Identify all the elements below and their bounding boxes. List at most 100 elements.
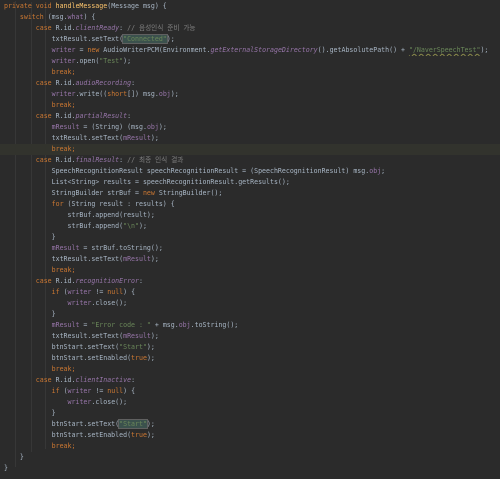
code-token: break; — [51, 101, 76, 109]
code-token: = strBuf.toString(); — [79, 244, 163, 252]
code-line[interactable]: if (writer != null) { — [0, 287, 500, 298]
code-line[interactable]: writer.close(); — [0, 397, 500, 408]
code-token: mResult — [123, 134, 151, 142]
code-line[interactable]: StringBuilder strBuf = new StringBuilder… — [0, 188, 500, 199]
code-line[interactable]: SpeechRecognitionResult speechRecognitio… — [0, 166, 500, 177]
code-line[interactable]: if (writer != null) { — [0, 386, 500, 397]
code-token: ); — [158, 123, 167, 131]
code-line[interactable]: List<String> results = speechRecognition… — [0, 177, 500, 188]
code-token: break; — [51, 442, 76, 450]
code-editor[interactable]: private void handleMessage(Message msg) … — [0, 0, 500, 479]
code-line[interactable]: strBuf.append("\n"); — [0, 221, 500, 232]
code-line[interactable]: case R.id.clientReady: // 음성인식 준비 가능 — [0, 23, 500, 34]
code-line[interactable]: txtResult.setText(mResult); — [0, 254, 500, 265]
code-token: mResult — [51, 321, 80, 329]
code-token: (msg. — [47, 13, 68, 21]
code-token: mResult — [51, 244, 80, 252]
code-token: SpeechRecognitionResult speechRecognitio… — [4, 167, 370, 175]
code-token: ); — [480, 46, 489, 54]
code-token: break; — [51, 266, 76, 274]
code-token: List<String> results = speechRecognition… — [4, 178, 290, 186]
code-token: case — [35, 156, 56, 164]
code-line[interactable]: mResult = (String) (msg.obj); — [0, 122, 500, 133]
code-token: "Start" — [118, 419, 148, 429]
code-line[interactable]: mResult = "Error code : " + msg.obj.toSt… — [0, 320, 500, 331]
code-token: obj — [158, 90, 171, 98]
code-line[interactable]: } — [0, 463, 500, 474]
code-line[interactable]: case R.id.audioRecording: — [0, 78, 500, 89]
code-line[interactable]: txtResult.setText(mResult); — [0, 133, 500, 144]
code-token: getExternalStorageDirectory — [210, 46, 318, 54]
code-line[interactable]: case R.id.recognitionError: — [0, 276, 500, 287]
code-line[interactable]: btnStart.setEnabled(true); — [0, 430, 500, 441]
code-line[interactable]: btnStart.setText("Start"); — [0, 419, 500, 430]
code-token: AudioWriterPCM(Environment. — [103, 46, 211, 54]
code-line[interactable]: for (String result : results) { — [0, 199, 500, 210]
code-token: "Start" — [119, 343, 147, 351]
code-token: ); — [170, 90, 179, 98]
code-line[interactable]: break; — [0, 144, 500, 155]
code-token: ().getAbsolutePath() + — [317, 46, 409, 54]
code-line[interactable]: txtResult.setText("Connected"); — [0, 34, 500, 45]
code-token: "Error code : " — [91, 321, 151, 329]
code-line[interactable]: break; — [0, 100, 500, 111]
code-token: : — [131, 376, 136, 384]
code-token: StringBuilder(); — [158, 189, 223, 197]
code-token: StringBuilder strBuf = — [4, 189, 143, 197]
code-token: .open( — [75, 57, 100, 65]
code-token: writer — [67, 299, 92, 307]
code-token: != — [91, 288, 108, 296]
code-line[interactable]: case R.id.clientInactive: — [0, 375, 500, 386]
code-token: R.id. — [55, 156, 76, 164]
code-token: writer — [51, 57, 76, 65]
code-line[interactable]: btnStart.setEnabled(true); — [0, 353, 500, 364]
code-line[interactable]: } — [0, 232, 500, 243]
code-line[interactable]: writer.open("Test"); — [0, 56, 500, 67]
code-line[interactable]: case R.id.partialResult: — [0, 111, 500, 122]
code-token: + msg. — [150, 321, 179, 329]
code-token: (String result : results) { — [67, 200, 175, 208]
code-token: break; — [51, 365, 76, 373]
code-token: btnStart.setText( — [4, 343, 120, 351]
code-token: ); — [146, 431, 155, 439]
code-line[interactable]: break; — [0, 364, 500, 375]
code-token: btnStart.setEnabled( — [4, 354, 132, 362]
code-line[interactable]: mResult = strBuf.toString(); — [0, 243, 500, 254]
code-line[interactable]: break; — [0, 265, 500, 276]
code-token: != — [91, 387, 108, 395]
code-token: mResult — [123, 255, 151, 263]
code-lines[interactable]: private void handleMessage(Message msg) … — [0, 1, 500, 474]
code-line[interactable]: private void handleMessage(Message msg) … — [0, 1, 500, 12]
code-token: ); — [123, 57, 132, 65]
code-token: handleMessage — [55, 2, 108, 10]
code-line[interactable]: txtResult.setText(mResult); — [0, 331, 500, 342]
code-line[interactable]: writer.close(); — [0, 298, 500, 309]
code-token: ); — [146, 343, 155, 351]
code-token: writer — [51, 90, 76, 98]
code-line[interactable]: break; — [0, 441, 500, 452]
code-token: break; — [51, 145, 76, 153]
code-token: } — [4, 233, 56, 241]
code-line[interactable]: case R.id.finalResult: // 최종 인식 결과 — [0, 155, 500, 166]
code-line[interactable]: } — [0, 452, 500, 463]
code-token: R.id. — [55, 376, 76, 384]
code-line[interactable]: } — [0, 408, 500, 419]
code-line[interactable]: break; — [0, 67, 500, 78]
code-token: btnStart.setEnabled( — [4, 431, 132, 439]
code-line[interactable]: switch (msg.what) { — [0, 12, 500, 23]
code-token: btnStart.setText( — [4, 420, 120, 428]
code-token: finalResult — [75, 156, 120, 164]
code-line[interactable]: writer = new AudioWriterPCM(Environment.… — [0, 45, 500, 56]
code-line[interactable]: } — [0, 309, 500, 320]
code-line[interactable]: strBuf.append(result); — [0, 210, 500, 221]
code-line[interactable]: btnStart.setText("Start"); — [0, 342, 500, 353]
code-token: recognitionError — [75, 277, 140, 285]
code-line[interactable]: writer.write((short[]) msg.obj); — [0, 89, 500, 100]
